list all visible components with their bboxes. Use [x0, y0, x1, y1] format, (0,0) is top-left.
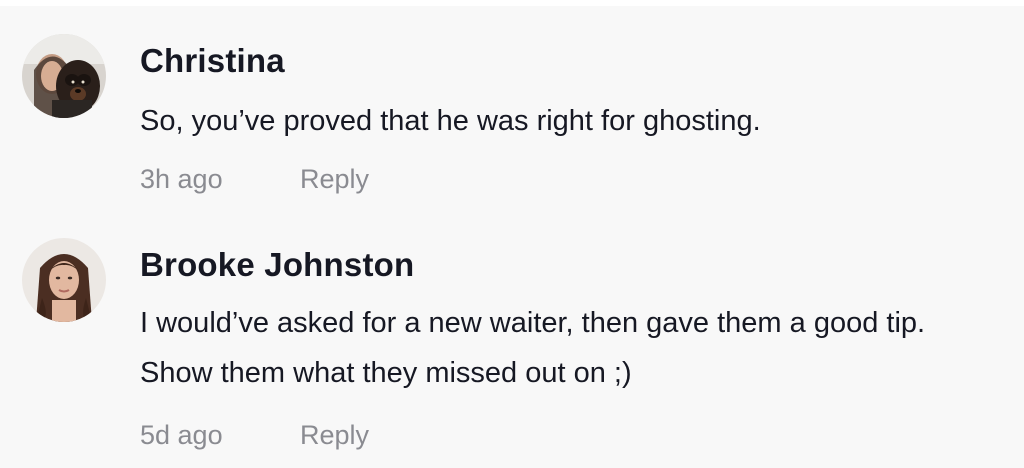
comment-meta: 3h ago Reply — [140, 164, 369, 195]
avatar-image — [22, 238, 106, 322]
avatar[interactable] — [22, 238, 106, 322]
comment-timestamp: 3h ago — [140, 164, 223, 194]
comment-text: So, you’ve proved that he was right for … — [140, 105, 761, 137]
comment-username[interactable]: Brooke Johnston — [140, 246, 414, 284]
avatar[interactable] — [22, 34, 106, 118]
comment-meta: 5d ago Reply — [140, 420, 369, 451]
comment-list: Christina So, you’ve proved that he was … — [0, 6, 1024, 468]
avatar-image — [22, 34, 106, 118]
reply-button[interactable]: Reply — [300, 420, 369, 451]
comment-username[interactable]: Christina — [140, 42, 285, 80]
reply-button[interactable]: Reply — [300, 164, 369, 195]
comment-text: I would’ve asked for a new waiter, then … — [140, 307, 926, 389]
comment-timestamp: 5d ago — [140, 420, 223, 450]
